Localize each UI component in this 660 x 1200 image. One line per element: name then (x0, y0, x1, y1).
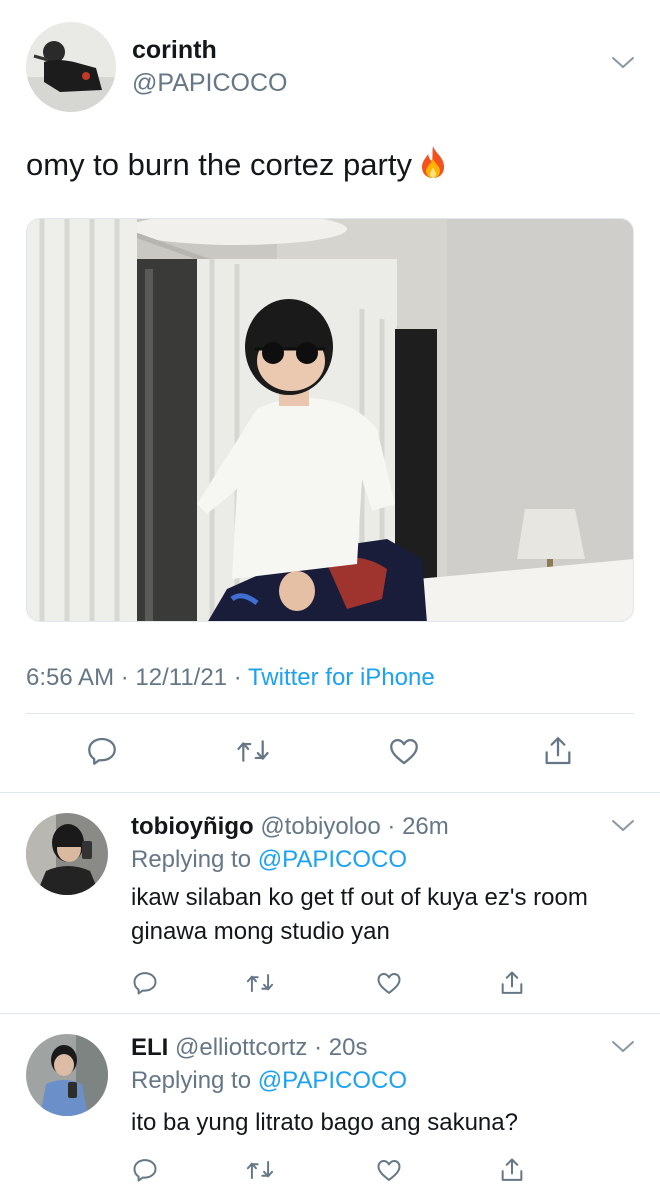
reply-header: ELI @elliottcortz · 20s (131, 1034, 368, 1061)
replying-to-handle[interactable]: @PAPICOCO (258, 1067, 407, 1094)
replying-to: Replying to @PAPICOCO (131, 1067, 407, 1095)
tweet-photo[interactable] (26, 218, 634, 622)
retweet-icon[interactable] (233, 731, 273, 771)
reply-icon[interactable] (125, 1150, 165, 1190)
reply-tweet[interactable]: ELI @elliottcortz · 20s Replying to @PAP… (0, 1014, 660, 1200)
tweet-meta: 6:56 AM · 12/11/21 · Twitter for iPhone (26, 664, 435, 692)
avatar[interactable] (26, 22, 116, 112)
fire-icon (418, 145, 448, 187)
reply-time: 26m (402, 813, 449, 840)
user-handle[interactable]: @PAPICOCO (132, 69, 288, 98)
user-name[interactable]: tobioyñigo (131, 813, 254, 840)
user-handle[interactable]: @tobiyoloo (260, 813, 380, 840)
replying-label: Replying to (131, 1067, 252, 1094)
tweet-time: 6:56 AM (26, 664, 115, 691)
share-icon[interactable] (492, 963, 532, 1003)
main-tweet: corinth @PAPICOCO omy to burn the cortez… (0, 0, 660, 793)
tweet-text-content: omy to burn the cortez party (26, 147, 412, 182)
share-icon[interactable] (538, 731, 578, 771)
reply-header: tobioyñigo @tobiyoloo · 26m (131, 813, 449, 840)
tweet-source-link[interactable]: Twitter for iPhone (248, 664, 435, 691)
chevron-down-icon[interactable] (611, 1040, 635, 1059)
user-handle[interactable]: @elliottcortz (175, 1034, 307, 1061)
share-icon[interactable] (492, 1150, 532, 1190)
reply-text: ito ba yung litrato bago ang sakuna? (131, 1109, 518, 1136)
reply-icon[interactable] (125, 963, 165, 1003)
like-icon[interactable] (369, 963, 409, 1003)
reply-time: 20s (328, 1034, 368, 1061)
like-icon[interactable] (369, 1150, 409, 1190)
reply-tweet[interactable]: tobioyñigo @tobiyoloo · 26m Replying to … (0, 793, 660, 1013)
replying-label: Replying to (131, 846, 252, 873)
meta-separator: · (114, 664, 136, 691)
user-name[interactable]: ELI (131, 1034, 168, 1061)
avatar[interactable] (26, 813, 108, 895)
avatar[interactable] (26, 1034, 108, 1116)
reply-icon[interactable] (82, 731, 122, 771)
meta-separator: · (227, 664, 248, 691)
chevron-down-icon[interactable] (611, 819, 635, 838)
divider (26, 713, 634, 714)
tweet-text: omy to burn the cortez party (26, 145, 448, 187)
chevron-down-icon[interactable] (611, 56, 635, 75)
replying-to-handle[interactable]: @PAPICOCO (258, 846, 407, 873)
reply-text: ikaw silaban ko get tf out of kuya ez's … (131, 884, 588, 945)
tweet-date: 12/11/21 (135, 664, 228, 691)
user-name[interactable]: corinth (132, 36, 217, 65)
retweet-icon[interactable] (240, 1150, 280, 1190)
replying-to: Replying to @PAPICOCO (131, 846, 407, 874)
like-icon[interactable] (384, 731, 424, 771)
retweet-icon[interactable] (240, 963, 280, 1003)
